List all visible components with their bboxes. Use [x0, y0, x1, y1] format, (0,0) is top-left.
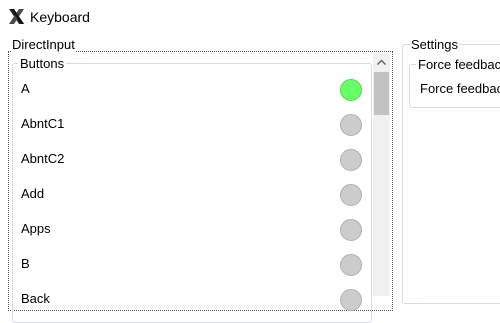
- state-indicator: [340, 184, 362, 206]
- list-item: AbntC1: [13, 107, 370, 142]
- state-indicator: [340, 254, 362, 276]
- state-indicator: [340, 289, 362, 311]
- settings-label: Settings: [410, 37, 459, 52]
- button-name: AbntC1: [21, 116, 65, 131]
- list-item: B: [13, 247, 370, 282]
- list-item: A: [13, 72, 370, 107]
- button-name: Back: [21, 291, 50, 306]
- chevron-up-icon[interactable]: [373, 54, 390, 71]
- button-name: Add: [21, 186, 45, 201]
- title-bar: Keyboard: [0, 0, 500, 34]
- buttons-label: Buttons: [18, 56, 67, 71]
- button-name: B: [21, 256, 30, 271]
- list-item: Add: [13, 177, 370, 212]
- state-indicator: [340, 149, 362, 171]
- button-name: AbntC2: [21, 151, 65, 166]
- state-indicator: [340, 114, 362, 136]
- scrollbar-thumb[interactable]: [374, 72, 389, 115]
- window-title: Keyboard: [30, 9, 90, 25]
- button-name: Apps: [21, 221, 51, 236]
- button-name: A: [21, 81, 30, 96]
- list-item: AbntC2: [13, 142, 370, 177]
- list-item: Back: [13, 282, 370, 317]
- vertical-scrollbar[interactable]: [373, 54, 390, 296]
- x-logo-icon: [8, 8, 25, 25]
- state-indicator: [340, 79, 362, 101]
- force-feedback-label: Force feedback: [416, 57, 500, 72]
- list-item: Apps: [13, 212, 370, 247]
- directinput-label: DirectInput: [11, 37, 76, 52]
- state-indicator: [340, 219, 362, 241]
- force-feedback-option[interactable]: Force feedback: [420, 81, 500, 96]
